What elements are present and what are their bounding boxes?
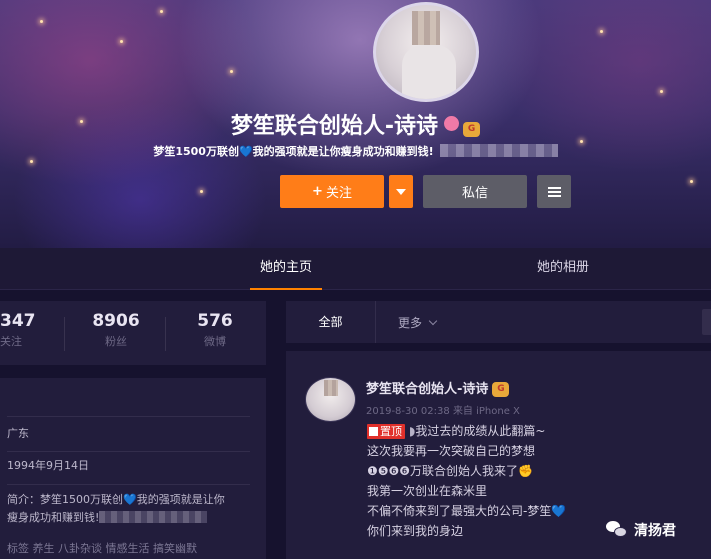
light-dot [40, 20, 43, 23]
light-dot [120, 40, 123, 43]
info-location: 广东 [7, 416, 250, 446]
stats-card: 347 关注 8906 粉丝 576 微博 [0, 301, 266, 365]
profile-name-text: 梦笙联合创始人-诗诗 [230, 114, 439, 139]
post-line: 这次我要再一次突破自己的梦想 [367, 444, 536, 458]
post-line-text: 我过去的成绩从此翻篇~ [415, 424, 546, 438]
message-label: 私信 [461, 186, 488, 201]
search-toggle[interactable] [702, 309, 711, 335]
birthday-text: 1994年9月14日 [7, 459, 89, 472]
pinned-badge: 置顶 [367, 424, 405, 439]
light-dot [30, 160, 33, 163]
filter-more-dropdown[interactable]: 更多 [398, 301, 438, 343]
pinned-label: 置顶 [380, 425, 402, 438]
post-line: ❶❺❻❻万联合创始人我来了✊ [367, 464, 533, 478]
caret-down-icon [396, 188, 406, 195]
vip-badge-icon: G [492, 382, 510, 397]
stat-label: 微博 [204, 335, 226, 348]
light-dot [600, 30, 603, 33]
post-avatar[interactable] [305, 377, 356, 422]
post-author[interactable]: 梦笙联合创始人-诗诗 G [366, 378, 510, 397]
wechat-icon [606, 521, 628, 539]
light-dot [200, 190, 203, 193]
blurred-text [99, 511, 208, 523]
stat-label: 粉丝 [105, 335, 127, 348]
watermark: 清扬君 [606, 519, 676, 541]
intro-rest: 我的强项就是让你 [136, 493, 225, 506]
info-birthday: 1994年9月14日 [7, 451, 250, 481]
stat-followers[interactable]: 8906 粉丝 [68, 311, 164, 349]
info-tags: 标签 养生 八卦杂谈 情感生活 搞笑幽默 [7, 542, 197, 555]
location-text: 广东 [7, 427, 29, 440]
watermark-label: 清扬君 [634, 523, 676, 539]
stat-label: 关注 [0, 335, 22, 348]
post-meta: 2019-8-30 02:38 来自 iPhone X [366, 402, 520, 417]
post-content: 置顶 ◗我过去的成绩从此翻篇~ 这次我要再一次突破自己的梦想 ❶❺❻❻万联合创始人… [367, 421, 566, 541]
follow-label: 关注 [325, 186, 352, 201]
blurred-text [439, 144, 558, 157]
avatar-blurred-face [412, 11, 440, 45]
profile-bio: 梦笙1500万联创💙我的强项就是让你瘦身成功和赚到钱! [0, 143, 711, 159]
chevron-down-icon [428, 316, 438, 326]
profile-avatar[interactable] [373, 2, 479, 102]
post-line: 我第一次创业在森米里 [367, 484, 488, 498]
stat-value: 8906 [92, 311, 140, 331]
follow-dropdown-button[interactable] [389, 175, 413, 208]
tab-home[interactable]: 她的主页 [250, 248, 322, 290]
profile-info-card: 广东 1994年9月14日 简介：梦笙1500万联创💙我的强项就是让你 瘦身成功… [0, 378, 266, 559]
intro-prefix: 简介： [7, 493, 40, 506]
follow-button[interactable]: + 关注 [280, 175, 384, 208]
avatar-blurred-face [324, 380, 338, 396]
intro-line2: 瘦身成功和赚到钱! [7, 511, 100, 524]
more-menu-button[interactable] [537, 175, 571, 208]
profile-tabs: 她的主页 她的相册 [0, 248, 711, 290]
bio-text-rest: 我的强项就是让你瘦身成功和赚到钱! [252, 145, 434, 158]
light-dot [160, 10, 163, 13]
light-dot [660, 90, 663, 93]
bio-text: 梦笙1500万联创 [153, 145, 239, 158]
tab-album[interactable]: 她的相册 [520, 248, 606, 290]
post-line: 你们来到我的身边 [367, 524, 464, 538]
vip-badge-icon[interactable]: G [463, 122, 481, 137]
heart-icon: 💙 [123, 493, 137, 506]
light-dot [690, 180, 693, 183]
divider [64, 317, 65, 351]
filter-more-label: 更多 [398, 316, 423, 330]
light-dot [230, 70, 233, 73]
post-time[interactable]: 2019-8-30 02:38 [366, 406, 450, 417]
stat-value: 576 [197, 311, 233, 331]
pin-icon [369, 427, 378, 436]
stat-following[interactable]: 347 关注 [0, 311, 36, 349]
info-intro: 简介：梦笙1500万联创💙我的强项就是让你 瘦身成功和赚到钱! [7, 484, 250, 530]
feed-filter-bar: 全部 更多 [286, 301, 711, 343]
pink-badge-icon[interactable] [444, 116, 460, 131]
filter-all-tab[interactable]: 全部 [286, 301, 376, 343]
menu-icon [547, 186, 561, 197]
post-source: 来自 iPhone X [452, 406, 520, 417]
avatar-figure [402, 45, 456, 99]
stat-value: 347 [0, 311, 36, 331]
message-button[interactable]: 私信 [423, 175, 527, 208]
post-author-name: 梦笙联合创始人-诗诗 [366, 382, 489, 397]
post-line: 不偏不倚来到了最强大的公司-梦笙💙 [367, 504, 567, 518]
intro-text: 梦笙1500万联创 [40, 493, 123, 506]
post-line: 置顶 ◗我过去的成绩从此翻篇~ [367, 421, 566, 441]
stat-posts[interactable]: 576 微博 [166, 311, 264, 349]
plus-icon: + [312, 184, 323, 199]
profile-name: 梦笙联合创始人-诗诗 G [0, 108, 711, 140]
heart-icon: 💙 [238, 145, 253, 158]
